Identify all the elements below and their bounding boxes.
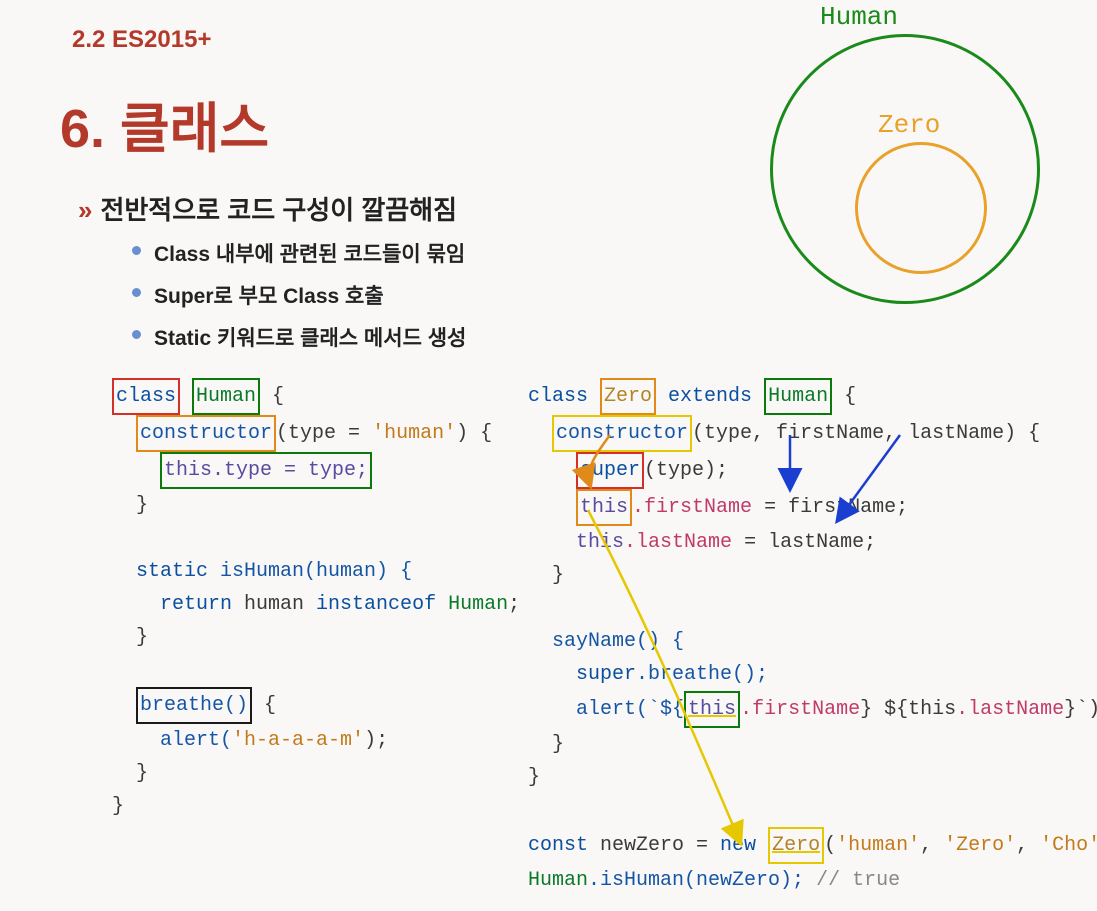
bullet-item: Super로 부모 Class 호출: [132, 274, 466, 316]
bullet-item: Static 키워드로 클래스 메서드 생성: [132, 316, 466, 358]
chevron-icon: »: [78, 195, 92, 225]
bullet-item: Class 내부에 관련된 코드들이 묶임: [132, 232, 466, 274]
code-block-zero: class Zero extends Human { constructor(t…: [528, 378, 1088, 897]
slide-heading: 6. 클래스: [60, 84, 269, 163]
code-block-human: class Human { constructor(type = 'human'…: [112, 378, 532, 823]
section-number: 2.2 ES2015+: [72, 26, 211, 54]
diagram-inner-label: Zero: [878, 110, 940, 140]
intro-text: 전반적으로 코드 구성이 깔끔해짐: [100, 195, 457, 225]
bullet-list: Class 내부에 관련된 코드들이 묶임 Super로 부모 Class 호출…: [132, 232, 466, 358]
inner-circle: [855, 142, 987, 274]
intro-line: » 전반적으로 코드 구성이 깔끔해짐: [78, 190, 457, 227]
class-hierarchy-diagram: Human Zero: [760, 4, 1070, 314]
diagram-outer-label: Human: [820, 2, 898, 32]
